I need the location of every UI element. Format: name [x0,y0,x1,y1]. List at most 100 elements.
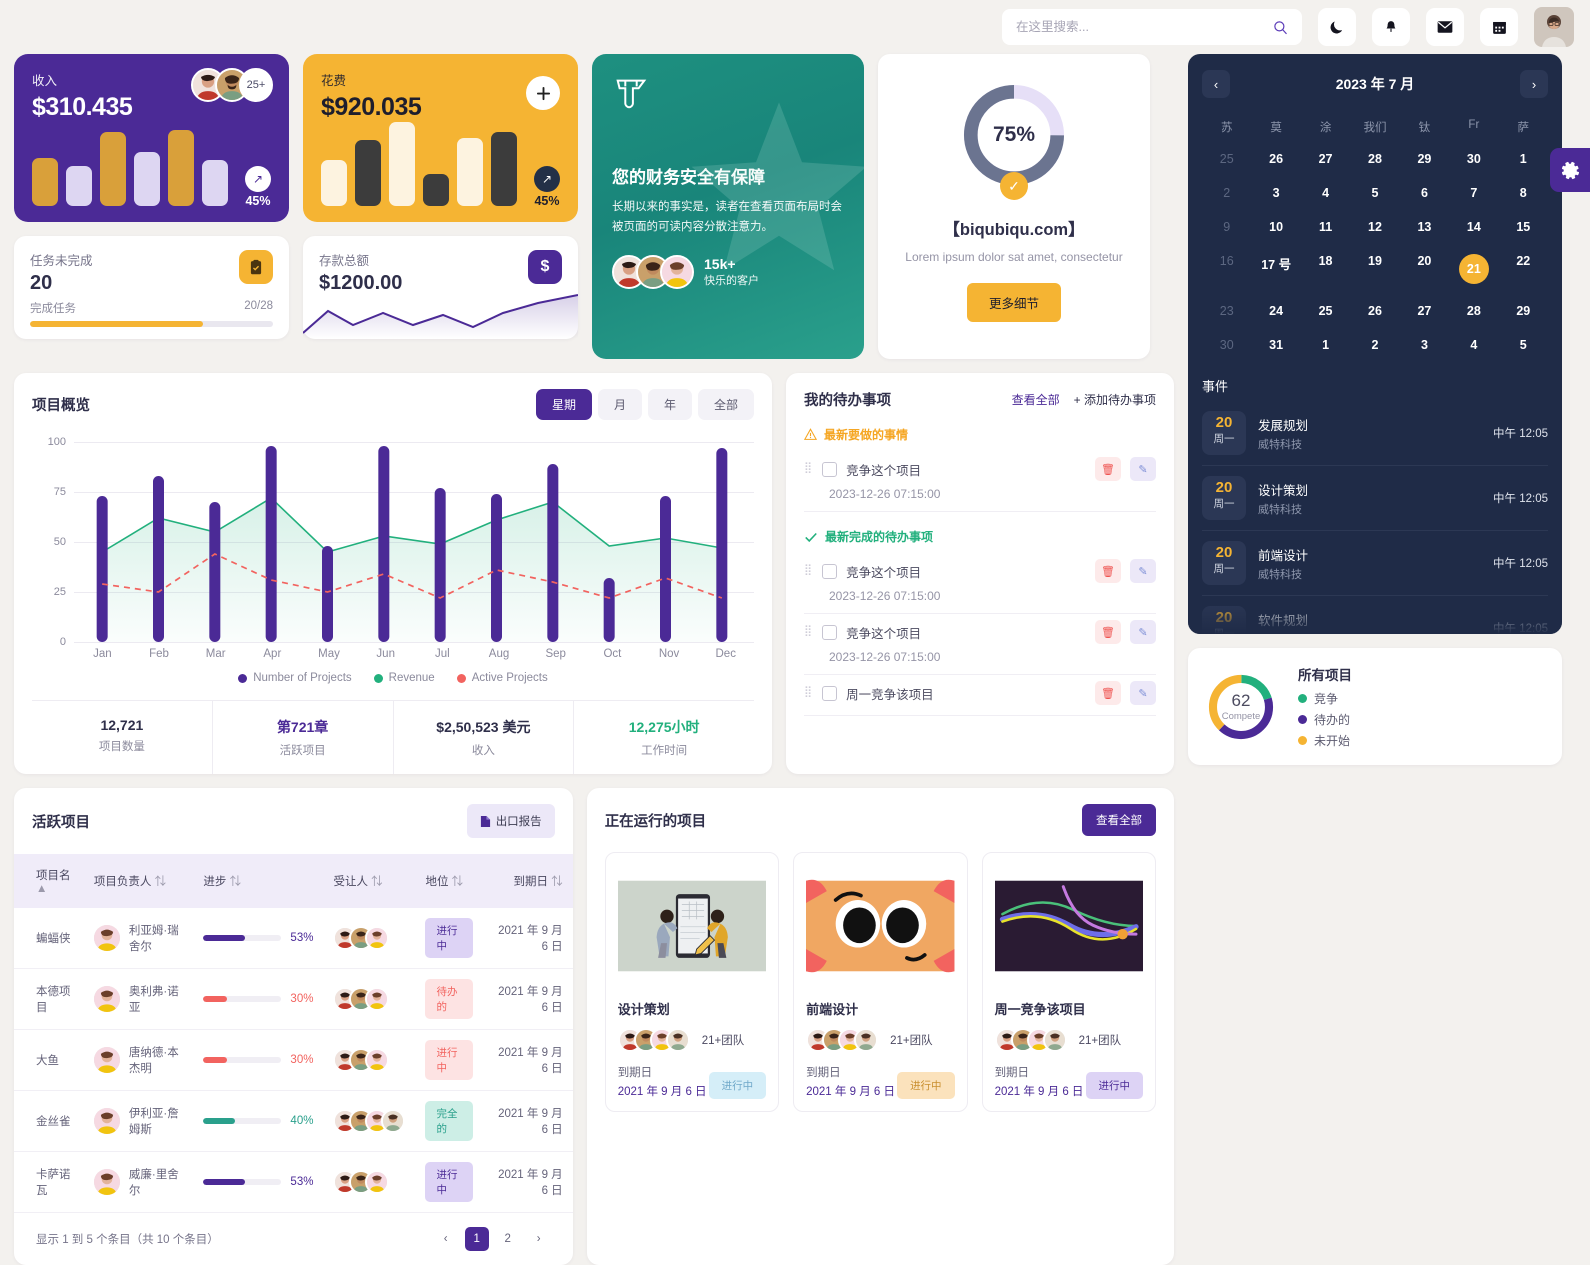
chart-range-tab-年[interactable]: 年 [647,389,692,420]
project-card[interactable]: 周一竞争该项目 21+团队 到期日 2021 年 9 月 6 日进行中 [981,852,1156,1112]
table-row[interactable]: 金丝雀 伊利亚·詹姆斯 40% 完全的 2021 年 9 月 6 日 [14,1090,573,1152]
calendar-day[interactable]: 8 [1499,176,1548,210]
calendar-day[interactable]: 3 [1400,328,1449,362]
notifications-button[interactable] [1372,8,1410,46]
settings-tab[interactable] [1550,148,1590,192]
calendar-day[interactable]: 27 [1400,294,1449,328]
legend-item[interactable]: Revenue [373,672,435,684]
calendar-next-button[interactable]: › [1519,70,1548,98]
calendar-day[interactable]: 25 [1301,294,1350,328]
todo-view-all-link[interactable]: 查看全部 [1012,391,1060,408]
calendar-day[interactable]: 4 [1301,176,1350,210]
calendar-day[interactable]: 24 [1251,294,1300,328]
calendar-day[interactable]: 3 [1251,176,1300,210]
table-column-项目负责人[interactable]: 项目负责人 ⇅ [83,854,194,908]
calendar-day[interactable]: 29 [1499,294,1548,328]
calendar-button[interactable] [1480,8,1518,46]
table-column-地位[interactable]: 地位 ⇅ [415,854,483,908]
calendar-day[interactable]: 5 [1499,328,1548,362]
todo-checkbox[interactable] [822,461,838,477]
delete-button[interactable]: 🗑 [1095,681,1121,705]
drag-handle-icon[interactable]: ⣿ [804,463,813,474]
calendar-day[interactable]: 26 [1251,142,1300,176]
event-item[interactable]: 20 周一 发展规划 威特科技 中午 12:05 [1202,401,1548,466]
calendar-day[interactable]: 25 [1202,142,1251,176]
event-item[interactable]: 20 周一 设计策划 威特科技 中午 12:05 [1202,466,1548,531]
calendar-day[interactable]: 17 号 [1251,244,1300,294]
todo-checkbox[interactable] [822,685,838,701]
search-icon[interactable] [1273,20,1288,35]
running-view-all-button[interactable]: 查看全部 [1082,804,1156,836]
page-next-button[interactable]: › [527,1227,551,1251]
chart-range-tab-星期[interactable]: 星期 [535,389,592,420]
calendar-day[interactable]: 27 [1301,142,1350,176]
calendar-day[interactable]: 10 [1251,210,1300,244]
search-input[interactable] [1016,20,1273,34]
todo-checkbox[interactable] [822,624,838,640]
drag-handle-icon[interactable]: ⣿ [804,687,813,698]
delete-button[interactable]: 🗑 [1095,559,1121,583]
todo-add-link[interactable]: + 添加待办事项 [1074,391,1156,408]
drag-handle-icon[interactable]: ⣿ [804,626,813,637]
chart-range-tab-全部[interactable]: 全部 [697,389,754,420]
calendar-day[interactable]: 29 [1400,142,1449,176]
legend-item[interactable]: Active Projects [456,672,548,684]
delete-button[interactable]: 🗑 [1095,620,1121,644]
drag-handle-icon[interactable]: ⣿ [804,565,813,576]
calendar-day[interactable]: 28 [1449,294,1498,328]
calendar-day[interactable]: 26 [1350,294,1399,328]
calendar-day[interactable]: 16 [1202,244,1251,294]
page-button-2[interactable]: 2 [496,1227,520,1251]
project-card[interactable]: 设计策划 21+团队 到期日 2021 年 9 月 6 日进行中 [604,852,780,1112]
table-column-进步[interactable]: 进步 ⇅ [193,854,324,908]
calendar-day[interactable]: 15 [1499,210,1548,244]
table-column-受让人[interactable]: 受让人 ⇅ [323,854,416,908]
calendar-day[interactable]: 23 [1202,294,1251,328]
page-prev-button[interactable]: ‹ [434,1227,458,1251]
calendar-day[interactable]: 4 [1449,328,1498,362]
calendar-day[interactable]: 6 [1400,176,1449,210]
edit-button[interactable]: ✎ [1130,559,1156,583]
calendar-day[interactable]: 20 [1400,244,1449,294]
more-details-button[interactable]: 更多细节 [966,282,1061,322]
legend-item[interactable]: Number of Projects [238,672,352,684]
table-row[interactable]: 卡萨诺瓦 威廉·里舍尔 53% 进行中 2021 年 9 月 6 日 [14,1151,573,1213]
edit-button[interactable]: ✎ [1130,620,1156,644]
dark-mode-button[interactable] [1318,8,1356,46]
delete-button[interactable]: 🗑 [1095,457,1121,481]
calendar-day[interactable]: 2 [1350,328,1399,362]
calendar-day[interactable]: 21 [1449,244,1498,294]
calendar-day[interactable]: 2 [1202,176,1251,210]
table-row[interactable]: 大鱼 唐纳德·本杰明 30% 进行中 2021 年 9 月 6 日 [14,1029,573,1091]
calendar-day[interactable]: 9 [1202,210,1251,244]
table-column-到期日[interactable]: 到期日 ⇅ [482,854,573,908]
user-avatar[interactable] [1534,7,1574,47]
calendar-day[interactable]: 11 [1301,210,1350,244]
page-button-1[interactable]: 1 [464,1227,489,1251]
todo-checkbox[interactable] [822,563,838,579]
calendar-day[interactable]: 30 [1202,328,1251,362]
export-report-button[interactable]: 出口报告 [466,804,555,838]
calendar-day[interactable]: 7 [1449,176,1498,210]
calendar-day[interactable]: 1 [1499,142,1548,176]
calendar-day[interactable]: 28 [1350,142,1399,176]
project-card[interactable]: 前端设计 21+团队 到期日 2021 年 9 月 6 日进行中 [793,852,968,1112]
table-column-项目名[interactable]: 项目名 ▲ [14,854,84,908]
calendar-day[interactable]: 22 [1499,244,1548,294]
messages-button[interactable] [1426,8,1464,46]
table-row[interactable]: 蝙蝠侠 利亚姆·瑞舍尔 53% 进行中 2021 年 9 月 6 日 [14,908,573,969]
event-item[interactable]: 20 周一 前端设计 威特科技 中午 12:05 [1202,531,1548,596]
calendar-prev-button[interactable]: ‹ [1202,70,1230,98]
table-row[interactable]: 本德项目 奥利弗·诺亚 30% 待办的 2021 年 9 月 6 日 [14,968,573,1030]
add-expense-button[interactable] [526,76,560,110]
calendar-day[interactable]: 18 [1301,244,1350,294]
chart-range-tab-月[interactable]: 月 [597,389,642,420]
calendar-day[interactable]: 13 [1400,210,1449,244]
edit-button[interactable]: ✎ [1130,457,1156,481]
calendar-day[interactable]: 31 [1251,328,1300,362]
calendar-day[interactable]: 14 [1449,210,1498,244]
search-box[interactable] [1002,9,1302,45]
edit-button[interactable]: ✎ [1130,681,1156,705]
calendar-day[interactable]: 1 [1301,328,1350,362]
calendar-day[interactable]: 5 [1350,176,1399,210]
